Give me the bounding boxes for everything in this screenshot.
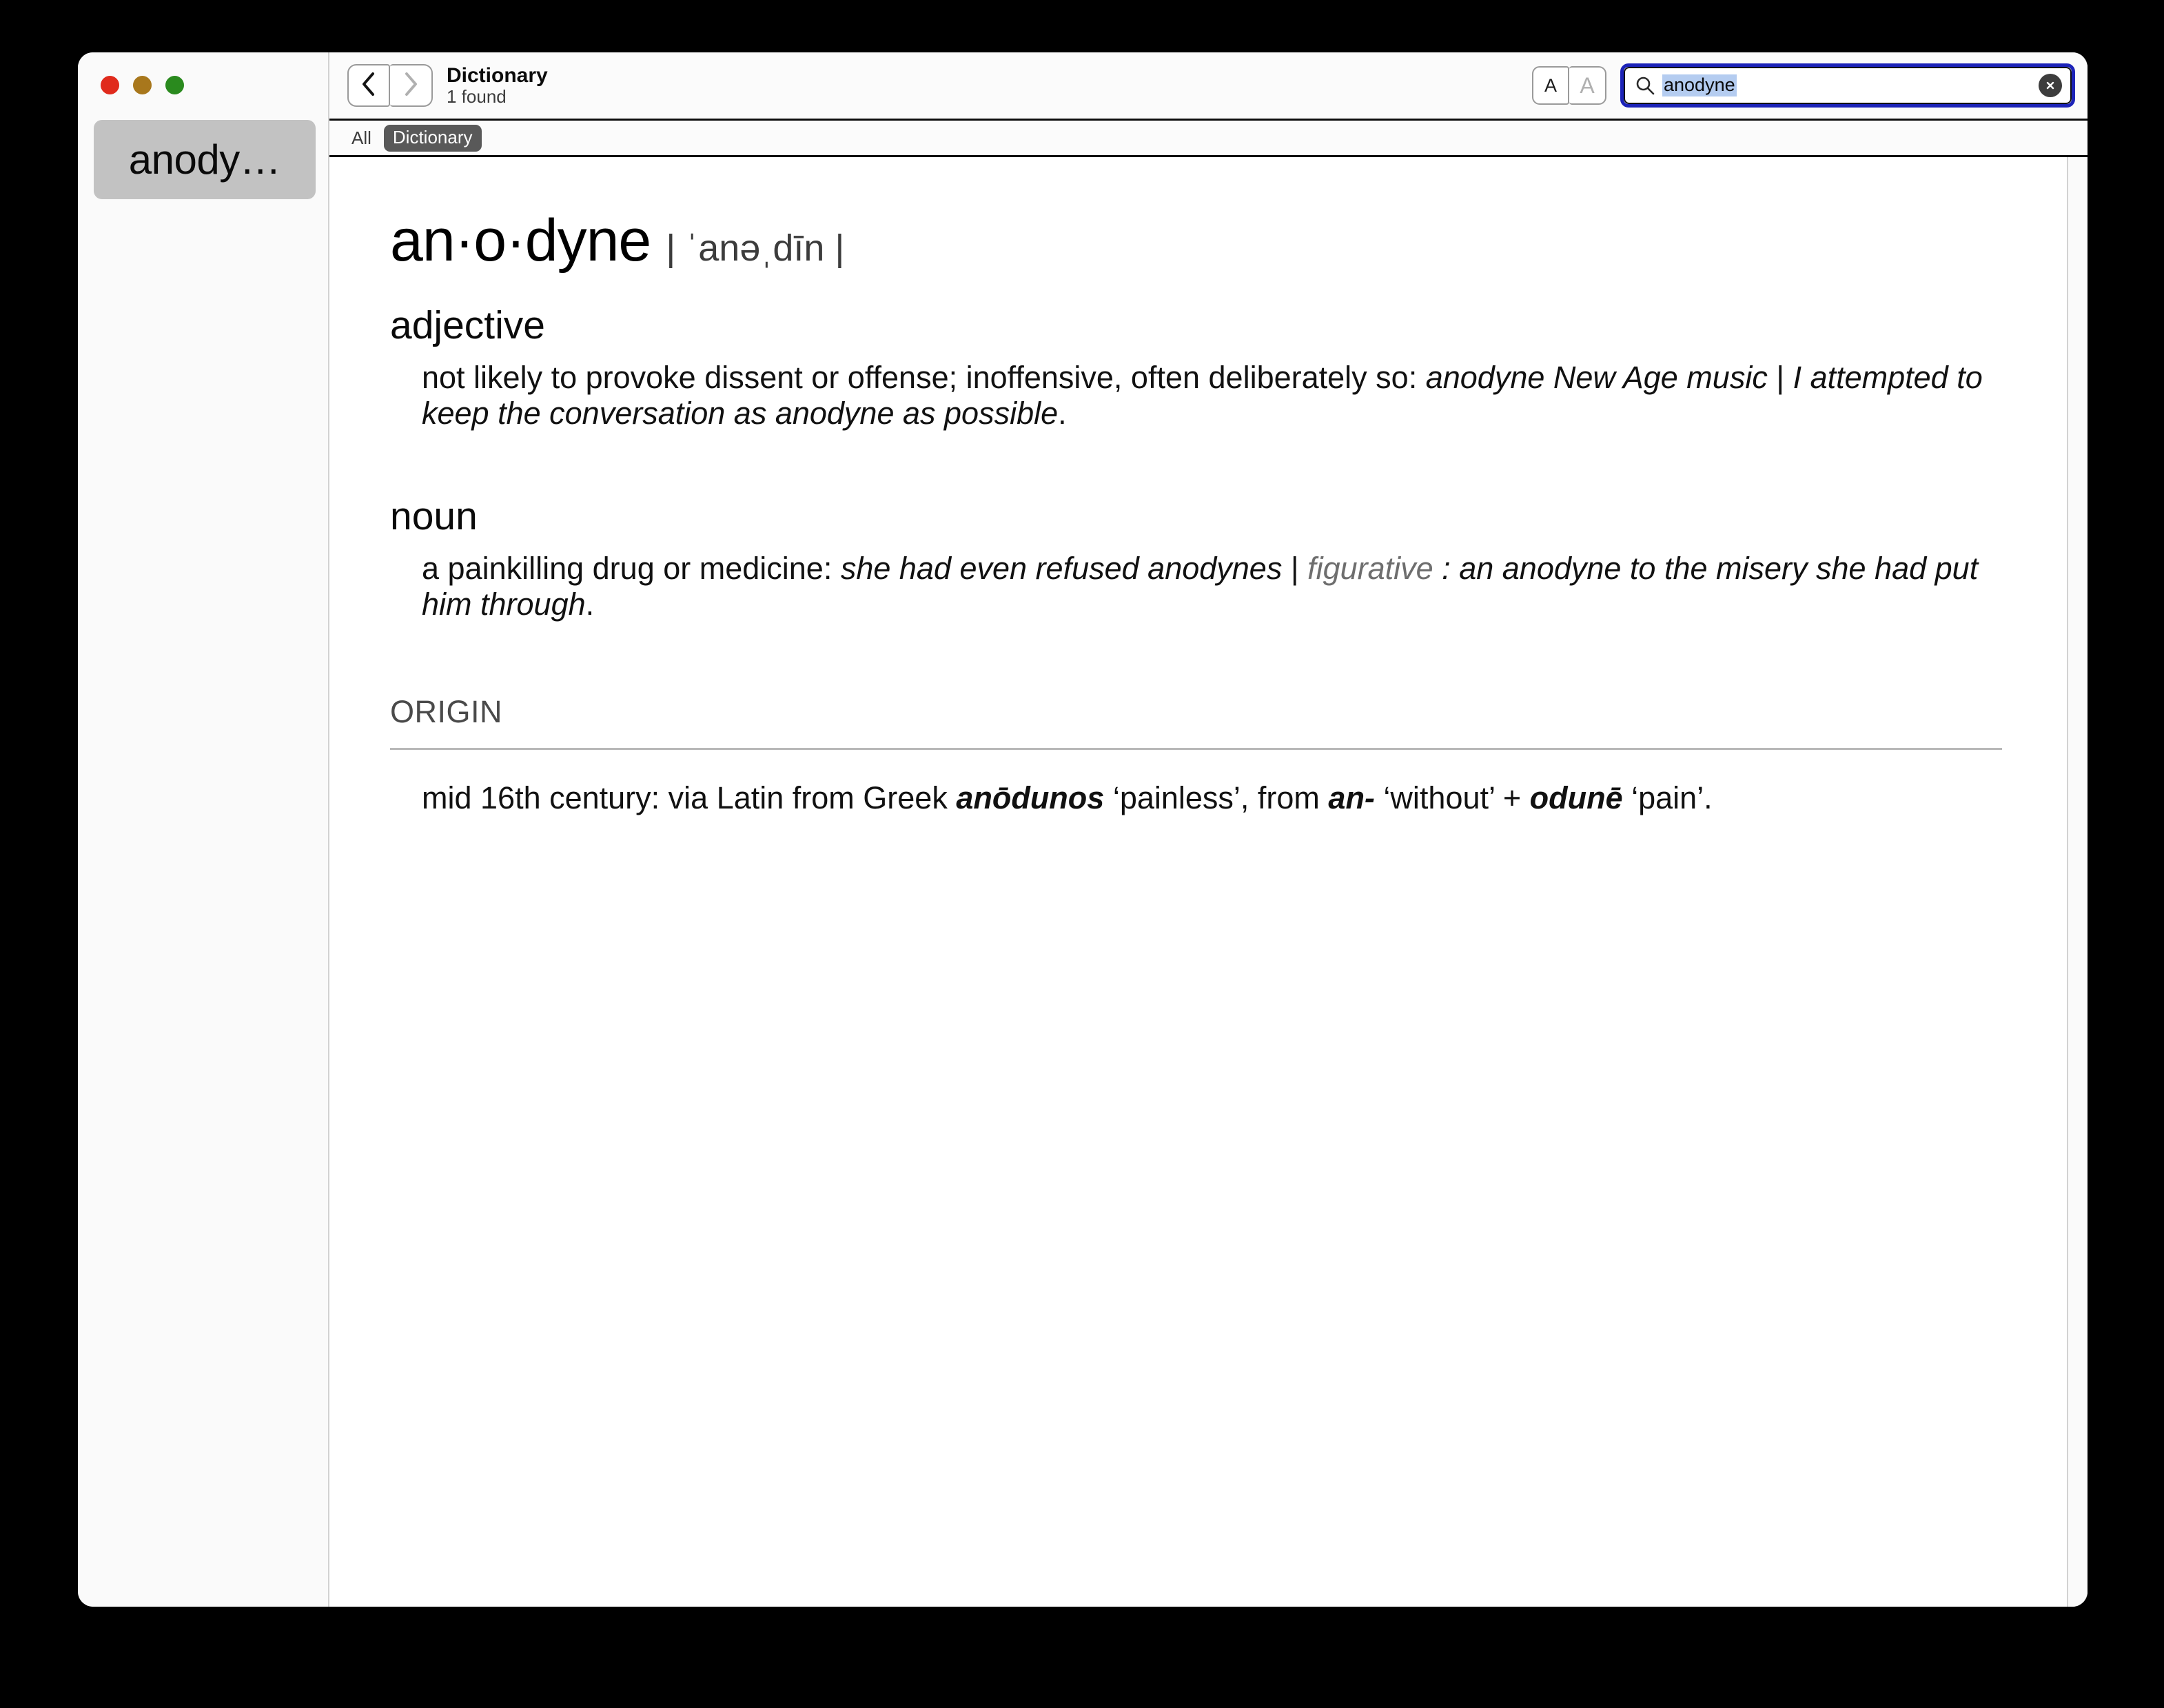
increase-font-size-button[interactable]: A <box>1569 66 1606 105</box>
toolbar-right-group: A A anodyne <box>1532 63 2075 108</box>
origin-divider <box>390 748 2002 751</box>
content-area: an·o·dyne | ˈanəˌdīn | adjective not lik… <box>329 157 2088 1607</box>
origin-text: mid 16th century: via Latin from Greek a… <box>422 780 1995 816</box>
search-field[interactable]: anodyne <box>1620 63 2075 108</box>
origin-heading: ORIGIN <box>390 694 503 730</box>
sense-noun: a painkilling drug or medicine: she had … <box>422 551 2002 622</box>
origin-gloss-without: ‘without’ + <box>1374 780 1530 816</box>
origin-gloss-painless: ‘painless’, from <box>1104 780 1329 816</box>
scope-tab-dictionary[interactable]: Dictionary <box>383 124 482 152</box>
sense-adjective: not likely to provoke dissent or offense… <box>422 360 2002 431</box>
sidebar: anody… <box>78 52 329 1607</box>
example-noun-1: she had even refused anodynes <box>840 550 1283 586</box>
dictionary-window: anody… Dictionary 1 found A A anodyne Al… <box>78 52 2088 1607</box>
forward-button[interactable] <box>390 64 433 107</box>
part-of-speech-adjective: adjective <box>390 303 545 347</box>
scope-tab-all[interactable]: All <box>347 125 376 151</box>
right-pane: Dictionary 1 found A A anodyne All Dicti… <box>329 52 2088 1607</box>
toolbar-title-block: Dictionary 1 found <box>447 64 548 108</box>
search-icon <box>1635 75 1655 96</box>
sidebar-results-list: anody… <box>94 120 316 199</box>
dictionary-entry: an·o·dyne | ˈanəˌdīn | adjective not lik… <box>329 157 2067 1607</box>
back-button[interactable] <box>347 64 390 107</box>
vertical-scrollbar[interactable] <box>2067 157 2088 1607</box>
close-button[interactable] <box>101 76 119 94</box>
sidebar-item-label: anody… <box>128 136 281 183</box>
register-colon: : <box>1442 550 1451 586</box>
sidebar-item-anodyne[interactable]: anody… <box>94 120 316 199</box>
chevron-left-icon <box>361 72 376 100</box>
origin-greek-anodunos: anōdunos <box>956 780 1105 816</box>
sense-terminator: . <box>1058 395 1067 431</box>
example-separator: | <box>1290 550 1299 586</box>
origin-text-part-1: mid 16th century: via Latin from Greek <box>422 780 957 816</box>
example-separator: | <box>1776 359 1785 395</box>
origin-gloss-pain: ‘pain’. <box>1622 780 1713 816</box>
origin-greek-an: an- <box>1328 780 1375 816</box>
example-adjective-1: anodyne New Age music <box>1425 359 1768 395</box>
window-controls <box>101 76 184 94</box>
definition-adjective: not likely to provoke dissent or offense… <box>422 359 1418 395</box>
pronunciation: | ˈanəˌdīn | <box>666 227 845 269</box>
origin-greek-odune: odunē <box>1529 780 1623 816</box>
part-of-speech-noun: noun <box>390 494 478 538</box>
decrease-font-size-button[interactable]: A <box>1532 66 1569 105</box>
font-size-buttons: A A <box>1532 66 1606 105</box>
font-size-large-label: A <box>1580 72 1595 98</box>
headword-line: an·o·dyne | ˈanəˌdīn | <box>390 207 2023 275</box>
headword: an·o·dyne <box>390 207 651 274</box>
navigation-buttons <box>347 64 433 107</box>
font-size-small-label: A <box>1544 74 1557 96</box>
minimize-button[interactable] <box>133 76 152 94</box>
register-label-figurative: figurative <box>1307 550 1433 586</box>
results-count: 1 found <box>447 86 507 108</box>
maximize-button[interactable] <box>165 76 184 94</box>
definition-noun: a painkilling drug or medicine: <box>422 550 833 586</box>
page-title: Dictionary <box>447 63 548 87</box>
sense-terminator: . <box>585 586 595 622</box>
clear-search-icon[interactable] <box>2039 74 2062 97</box>
toolbar: Dictionary 1 found A A anodyne <box>329 52 2088 119</box>
search-input-value[interactable]: anodyne <box>1662 74 1737 96</box>
chevron-right-icon <box>403 72 418 100</box>
scope-bar: All Dictionary <box>329 119 2088 157</box>
